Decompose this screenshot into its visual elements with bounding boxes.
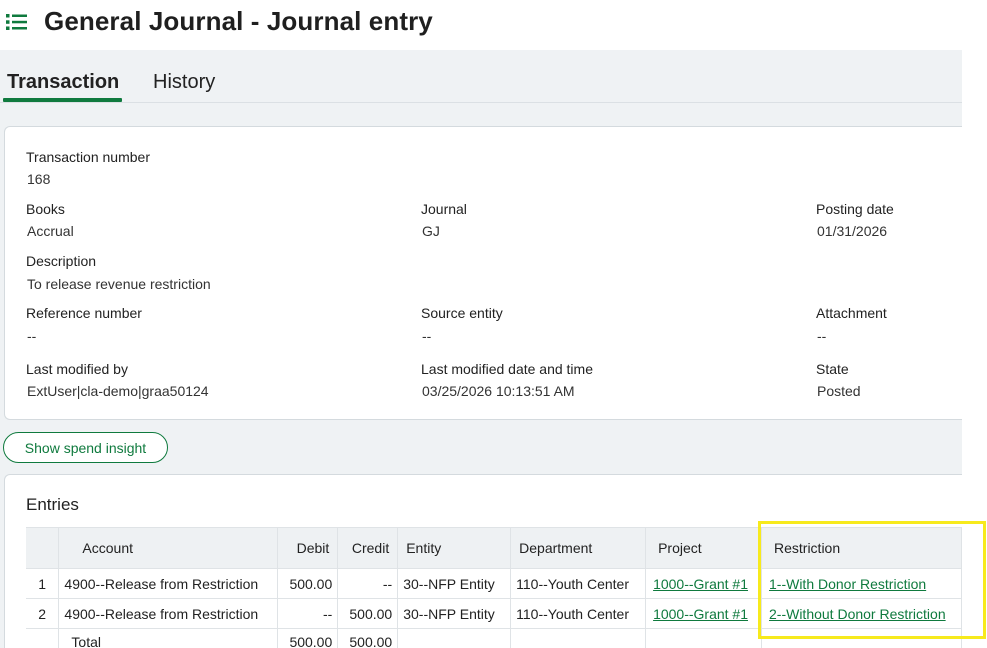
tab-bar: Transaction History [0, 50, 962, 103]
last-modified-date-label: Last modified date and time [421, 361, 593, 377]
column-header-entity[interactable]: Entity [397, 527, 512, 569]
entity-cell: 30--NFP Entity [397, 568, 512, 599]
restriction-cell: 2--Without Donor Restriction [761, 598, 962, 629]
total-department [510, 628, 647, 648]
page-header: General Journal - Journal entry [0, 0, 987, 50]
column-header-department[interactable]: Department [510, 527, 647, 569]
credit-cell: 500.00 [337, 598, 399, 629]
column-header-debit[interactable]: Debit [277, 527, 339, 569]
active-tab-indicator [3, 98, 122, 102]
table-header-row: Account Debit Credit Entity Department P… [26, 527, 962, 569]
credit-cell: -- [337, 568, 399, 599]
project-link[interactable]: 1000--Grant #1 [653, 576, 748, 592]
state-label: State [816, 361, 849, 377]
column-header-row-number [26, 527, 60, 569]
total-entity [397, 628, 512, 648]
attachment-value: -- [817, 328, 827, 344]
total-restriction [761, 628, 962, 648]
row-number: 1 [26, 568, 60, 599]
department-cell: 110--Youth Center [510, 598, 647, 629]
restriction-cell: 1--With Donor Restriction [761, 568, 962, 599]
description-value: To release revenue restriction [27, 276, 211, 292]
column-header-project[interactable]: Project [645, 527, 762, 569]
last-modified-by-value: ExtUser|cla-demo|graa50124 [27, 383, 209, 399]
entries-card: Entries Account Debit Credit Entity Depa… [4, 474, 962, 648]
last-modified-date-value: 03/25/2026 10:13:51 AM [422, 383, 575, 399]
total-label: Total [58, 628, 279, 648]
table-row: 2 4900--Release from Restriction -- 500.… [26, 598, 962, 629]
debit-cell: 500.00 [277, 568, 339, 599]
tab-transaction[interactable]: Transaction [7, 71, 119, 94]
total-credit: 500.00 [337, 628, 399, 648]
reference-number-value: -- [27, 328, 37, 344]
debit-cell: -- [277, 598, 339, 629]
attachment-label: Attachment [816, 305, 887, 321]
total-row-number [26, 628, 60, 648]
transaction-number-value: 168 [27, 171, 51, 187]
books-value: Accrual [27, 223, 74, 239]
table-row: 1 4900--Release from Restriction 500.00 … [26, 568, 962, 599]
state-value: Posted [817, 383, 861, 399]
total-row: Total 500.00 500.00 [26, 628, 962, 648]
column-header-restriction[interactable]: Restriction [761, 527, 962, 569]
transaction-details-card: Transaction number 168 Books Accrual Jou… [4, 126, 962, 420]
last-modified-by-label: Last modified by [26, 361, 128, 377]
account-cell: 4900--Release from Restriction [58, 568, 279, 599]
total-project [645, 628, 762, 648]
restriction-link[interactable]: 2--Without Donor Restriction [769, 606, 946, 622]
department-cell: 110--Youth Center [510, 568, 647, 599]
books-label: Books [26, 201, 65, 217]
column-header-account[interactable]: Account [58, 527, 279, 569]
tab-history[interactable]: History [153, 71, 215, 94]
total-debit: 500.00 [277, 628, 339, 648]
account-cell: 4900--Release from Restriction [58, 598, 279, 629]
source-entity-value: -- [422, 328, 432, 344]
main-content: Transaction History Transaction number 1… [0, 50, 962, 648]
description-label: Description [26, 253, 97, 269]
entries-table: Account Debit Credit Entity Department P… [26, 527, 962, 648]
project-cell: 1000--Grant #1 [645, 598, 762, 629]
reference-number-label: Reference number [26, 305, 142, 321]
show-spend-insight-button[interactable]: Show spend insight [3, 432, 168, 463]
posting-date-label: Posting date [816, 201, 894, 217]
transaction-number-label: Transaction number [26, 149, 150, 165]
row-number: 2 [26, 598, 60, 629]
entries-title: Entries [26, 495, 79, 514]
posting-date-value: 01/31/2026 [817, 223, 888, 239]
page-title: General Journal - Journal entry [44, 6, 433, 36]
project-link[interactable]: 1000--Grant #1 [653, 606, 748, 622]
list-menu-icon[interactable] [6, 13, 27, 31]
project-cell: 1000--Grant #1 [645, 568, 762, 599]
journal-label: Journal [421, 201, 467, 217]
restriction-link[interactable]: 1--With Donor Restriction [769, 576, 926, 592]
entity-cell: 30--NFP Entity [397, 598, 512, 629]
source-entity-label: Source entity [421, 305, 503, 321]
journal-value: GJ [422, 223, 440, 239]
column-header-credit[interactable]: Credit [337, 527, 399, 569]
